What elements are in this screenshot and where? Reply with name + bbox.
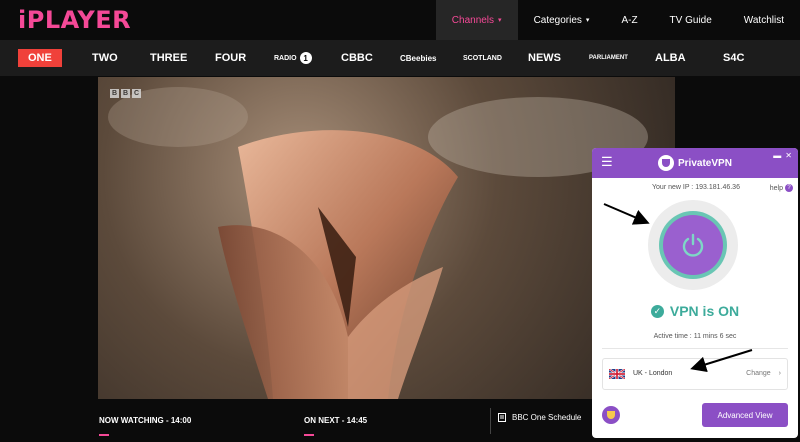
on-next-indicator (304, 434, 314, 436)
channel-two[interactable]: TWO (92, 49, 118, 67)
vpn-status: ✓ VPN is ON (592, 303, 798, 319)
on-next-label[interactable]: ON NEXT - 14:45 (304, 416, 367, 425)
window-controls: ▬ ✕ (773, 151, 792, 160)
location-name: UK - London (633, 370, 673, 377)
nav-a-z[interactable]: A-Z (605, 0, 653, 40)
channel-s4c[interactable]: S4C (723, 49, 744, 67)
power-button[interactable] (663, 215, 723, 275)
vpn-status-text: VPN is ON (669, 303, 740, 319)
change-label: Change (746, 370, 771, 377)
bbc-watermark-letter: B (121, 89, 130, 98)
power-button-container (648, 200, 738, 290)
vpn-brand-name: PrivateVPN (678, 157, 732, 169)
schedule-label: BBC One Schedule (512, 413, 582, 422)
bbc-watermark-letter: C (132, 89, 141, 98)
channel-four[interactable]: FOUR (215, 49, 246, 67)
vpn-brand: PrivateVPN (658, 155, 732, 171)
vpn-header: ☰ PrivateVPN ▬ ✕ (592, 148, 798, 178)
now-watching-label[interactable]: NOW WATCHING - 14:00 (99, 416, 191, 425)
channel-radio1[interactable]: RADIO 1 (274, 49, 312, 67)
shield-icon (602, 406, 620, 424)
schedule-link[interactable]: BBC One Schedule (498, 413, 581, 422)
new-ip-text: Your new IP : 193.181.46.36 (652, 184, 740, 191)
nav-categories-label: Categories (533, 14, 582, 26)
check-icon: ✓ (650, 304, 664, 318)
channel-scotland[interactable]: SCOTLAND (463, 49, 502, 67)
channel-news[interactable]: NEWS (528, 49, 561, 67)
radio-one-icon: 1 (299, 52, 312, 64)
help-link[interactable]: help ? (770, 184, 793, 192)
location-selector[interactable]: UK - London Change › (602, 358, 788, 390)
nav-categories[interactable]: Categories ▾ (518, 0, 606, 40)
active-time-text: Active time : 11 mins 6 sec (653, 333, 737, 340)
video-frame-image (108, 87, 648, 399)
nav-channels-label: Channels (451, 14, 495, 26)
iplayer-logo[interactable]: iPLAYER (18, 6, 131, 34)
close-icon[interactable]: ✕ (785, 151, 792, 160)
chevron-right-icon: › (778, 370, 781, 377)
channel-one[interactable]: ONE (18, 49, 62, 67)
nav-watchlist[interactable]: Watchlist (728, 0, 800, 40)
bottom-divider (490, 408, 491, 434)
minimize-icon[interactable]: ▬ (773, 151, 781, 160)
nav-channels[interactable]: Channels ▾ (435, 0, 518, 40)
vpn-separator (602, 348, 788, 349)
schedule-icon (498, 413, 506, 422)
hamburger-menu-icon[interactable]: ☰ (601, 154, 613, 170)
privatevpn-logo-icon (658, 155, 674, 171)
channel-cbeebies[interactable]: CBeebies (400, 49, 436, 67)
channel-three[interactable]: THREE (150, 49, 187, 67)
vpn-window: ☰ PrivateVPN ▬ ✕ Your new IP : 193.181.4… (592, 148, 798, 438)
channel-alba[interactable]: ALBA (655, 49, 686, 67)
chevron-down-icon: ▾ (585, 17, 590, 24)
help-label: help (769, 184, 783, 192)
channel-cbbc[interactable]: CBBC (341, 49, 373, 67)
bbc-watermark: B B C (110, 89, 141, 98)
change-location-link[interactable]: Change › (746, 370, 781, 377)
nav-tv-guide[interactable]: TV Guide (654, 0, 728, 40)
channel-parliament[interactable]: PARLIAMENT (589, 49, 628, 67)
video-player[interactable]: B B C (98, 77, 675, 399)
chevron-down-icon: ▾ (498, 17, 502, 24)
uk-flag-icon (609, 369, 625, 379)
now-watching-indicator (99, 434, 109, 436)
power-icon (682, 233, 704, 257)
channel-bar: ONE TWO THREE FOUR RADIO 1 CBBC CBeebies… (0, 40, 800, 76)
top-bar: iPLAYER Channels ▾ Categories ▾ A-Z TV G… (0, 0, 800, 40)
bbc-watermark-letter: B (110, 89, 119, 98)
power-button-ring (659, 211, 727, 279)
top-nav: Channels ▾ Categories ▾ A-Z TV Guide Wat… (435, 0, 800, 40)
advanced-view-button[interactable]: Advanced View (702, 403, 788, 427)
radio-label: RADIO (274, 54, 297, 62)
help-icon: ? (785, 184, 793, 192)
